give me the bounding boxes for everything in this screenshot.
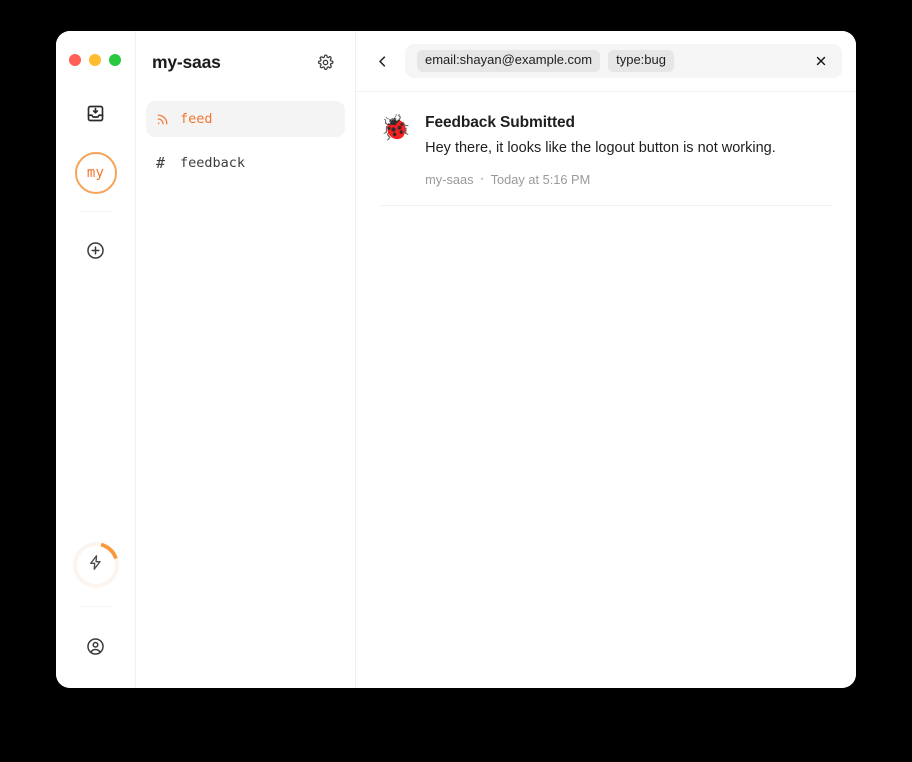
- workspace-avatar[interactable]: my: [74, 152, 117, 194]
- feed-item-title: Feedback Submitted: [425, 114, 575, 131]
- workspace-avatar-label: my: [86, 165, 105, 181]
- rail-divider: [78, 211, 113, 212]
- feed-item-text: Hey there, it looks like the logout butt…: [425, 140, 776, 156]
- close-icon[interactable]: [810, 50, 832, 72]
- ladybug-icon: 🐞: [380, 113, 412, 142]
- close-window-button[interactable]: [68, 54, 81, 66]
- lightning-bolt-icon: [87, 554, 104, 576]
- filter-chip-email[interactable]: email:shayan@example.com: [417, 50, 601, 72]
- sidebar-item-label-feedback: feedback: [180, 155, 246, 171]
- window-controls: [68, 53, 121, 67]
- meta-separator: •: [480, 173, 484, 184]
- rail-divider-bottom: [78, 606, 113, 607]
- feed-item-source: my-saas: [425, 171, 474, 187]
- maximize-window-button[interactable]: [108, 54, 121, 66]
- hash-icon: #: [156, 154, 166, 172]
- list-item[interactable]: 🐞 Feedback Submitted Hey there, it looks…: [356, 92, 856, 205]
- search-filter-input[interactable]: email:shayan@example.com type:bug: [405, 44, 842, 78]
- app-window: my my-saas feed # feedback email:shayan@…: [56, 31, 856, 688]
- back-chevron-icon[interactable]: [368, 47, 396, 75]
- minimize-window-button[interactable]: [88, 54, 101, 66]
- sidebar-item-feedback[interactable]: # feedback: [146, 145, 345, 181]
- main-header: email:shayan@example.com type:bug: [356, 31, 856, 92]
- feed-item-meta: my-saas • Today at 5:16 PM: [425, 172, 832, 187]
- feed-item-timestamp: Today at 5:16 PM: [490, 171, 591, 187]
- page-title: my-saas: [152, 51, 221, 72]
- sidebar-header: my-saas: [146, 31, 345, 93]
- sidebar-item-feed[interactable]: feed: [146, 101, 345, 137]
- inbox-download-icon[interactable]: [76, 93, 116, 133]
- icon-rail: my: [56, 31, 136, 688]
- sidebar-item-label-feed: feed: [180, 111, 213, 127]
- rss-icon: [156, 113, 171, 126]
- feed-list: 🐞 Feedback Submitted Hey there, it looks…: [356, 92, 856, 206]
- usage-meter[interactable]: [72, 542, 119, 588]
- feed-item-body: Feedback Submitted Hey there, it looks l…: [425, 114, 832, 205]
- plus-circle-icon[interactable]: [76, 230, 116, 270]
- channel-sidebar: my-saas feed # feedback: [136, 31, 356, 688]
- main-panel: email:shayan@example.com type:bug 🐞 Feed…: [356, 31, 856, 688]
- filter-chip-type[interactable]: type:bug: [608, 50, 674, 72]
- feed-item-divider: [380, 204, 832, 206]
- user-circle-icon[interactable]: [76, 626, 116, 666]
- gear-icon[interactable]: [313, 50, 337, 74]
